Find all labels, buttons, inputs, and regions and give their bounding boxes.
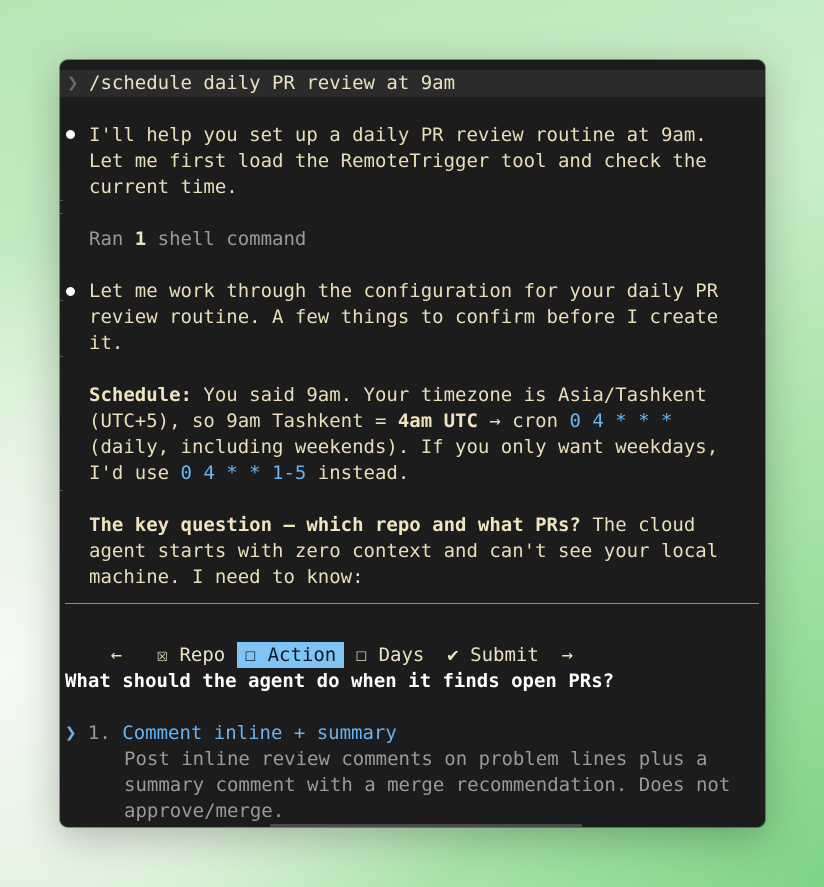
step-tabs: ← ☒ Repo ☐ Action ☐ Days ✔ Submit →: [65, 616, 573, 668]
schedule-line-4-b: instead.: [306, 462, 410, 484]
schedule-cron-weekdays: 0 4 * * 1-5: [180, 462, 307, 484]
tab-days[interactable]: ☐ Days: [356, 642, 425, 668]
message-1-line-1: I'll help you set up a daily PR review r…: [89, 124, 707, 146]
prompt-chevron-icon: ❯: [67, 72, 79, 94]
action-checkbox-icon: ☐: [244, 644, 257, 666]
message-bullet-icon: [66, 287, 75, 296]
tab-repo[interactable]: ☒ Repo: [157, 642, 226, 668]
option-1[interactable]: ❯ 1. Comment inline + summary: [65, 720, 397, 746]
schedule-utc-time: 4am UTC: [397, 410, 478, 432]
prompt-bar: ❯ /schedule daily PR review at 9am: [60, 70, 765, 97]
ran-suffix: shell command: [146, 228, 307, 250]
horizontal-scrollbar[interactable]: [270, 824, 582, 827]
edge-tick: [60, 213, 63, 214]
repo-checked-icon: ☒: [156, 644, 168, 666]
terminal-window: ❯ /schedule daily PR review at 9am I'll …: [60, 60, 765, 827]
schedule-line-1-rest: You said 9am. Your timezone is Asia/Tash…: [191, 384, 707, 406]
ran-shell-command[interactable]: Ran 1 shell command: [89, 226, 306, 252]
option-1-number: 1.: [87, 722, 111, 744]
edge-tick: [60, 300, 63, 301]
question-text: What should the agent do when it finds o…: [65, 670, 615, 692]
option-1-desc-line-2: summary comment with a merge recommendat…: [124, 774, 731, 796]
tab-submit[interactable]: ✔ Submit: [447, 642, 539, 668]
days-checkbox-icon: ☐: [355, 644, 368, 666]
message-2-line-3: it.: [89, 332, 124, 354]
key-question-bold: The key question — which repo and what P…: [89, 514, 581, 536]
schedule-line-2-b: → cron: [477, 410, 570, 432]
schedule-line-4-a: I'd use: [89, 462, 181, 484]
ran-prefix: Ran: [89, 228, 135, 250]
schedule-line-3: (daily, including weekends). If you only…: [89, 436, 719, 458]
option-1-desc-line-1: Post inline review comments on problem l…: [124, 748, 708, 770]
schedule-line-1: Schedule: You said 9am. Your timezone is…: [89, 382, 707, 408]
key-question-line-1-rest: The cloud: [580, 514, 696, 536]
schedule-line-2-a: (UTC+5), so 9am Tashkent =: [89, 410, 398, 432]
option-pointer-icon: ❯: [65, 722, 77, 744]
message-bullet-icon: [66, 130, 75, 139]
ran-count: 1: [134, 228, 147, 250]
message-2-line-1: Let me work through the configuration fo…: [89, 280, 719, 302]
submit-check-icon: ✔: [447, 644, 459, 666]
message-1-line-3: current time.: [89, 176, 238, 198]
key-question-line-2: agent starts with zero context and can't…: [89, 540, 719, 562]
schedule-line-4: I'd use 0 4 * * 1-5 instead.: [89, 460, 409, 486]
tab-action-label: Action: [267, 644, 337, 666]
prompt-command: /schedule daily PR review at 9am: [89, 72, 456, 94]
edge-tick: [60, 200, 63, 201]
tabs-left-arrow-icon[interactable]: ←: [111, 642, 122, 668]
tab-repo-label: Repo: [179, 644, 226, 666]
option-1-desc-line-3: approve/merge.: [124, 800, 285, 822]
edge-tick: [60, 356, 63, 357]
tabs-right-arrow-icon[interactable]: →: [562, 642, 573, 668]
tab-days-label: Days: [378, 644, 425, 666]
key-question-line-1: The key question — which repo and what P…: [89, 512, 695, 538]
divider: [65, 603, 759, 604]
tab-action[interactable]: ☐ Action: [236, 642, 345, 668]
tab-submit-label: Submit: [470, 644, 539, 666]
schedule-label: Schedule:: [89, 384, 192, 406]
schedule-line-2: (UTC+5), so 9am Tashkent = 4am UTC → cro…: [89, 408, 672, 434]
message-2-line-2: review routine. A few things to confirm …: [89, 306, 719, 328]
edge-tick: [60, 490, 63, 491]
option-1-title: Comment inline + summary: [122, 722, 397, 744]
message-1-line-2: Let me first load the RemoteTrigger tool…: [89, 150, 707, 172]
key-question-line-3: machine. I need to know:: [89, 566, 364, 588]
schedule-cron-daily: 0 4 * * *: [569, 410, 673, 432]
